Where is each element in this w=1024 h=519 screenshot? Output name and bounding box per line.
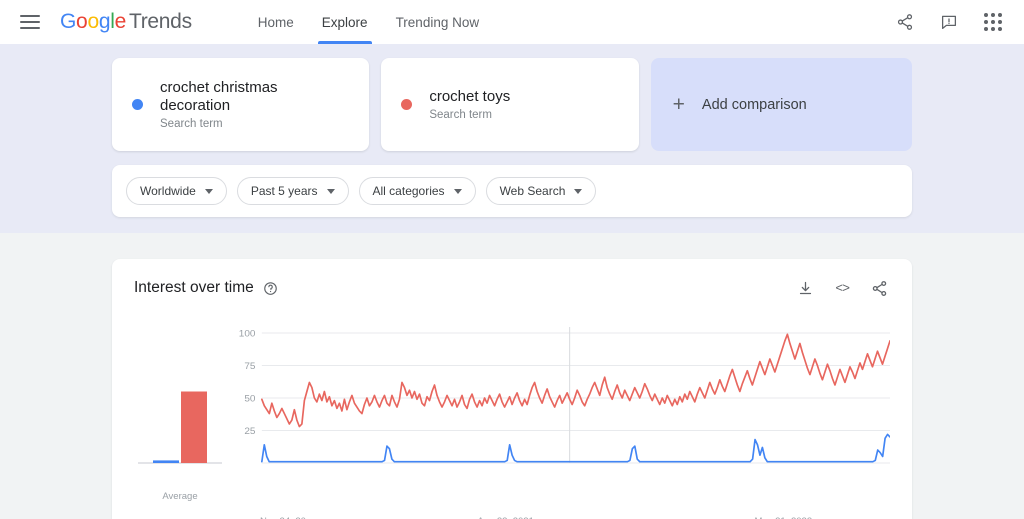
top-navigation-bar: Google Trends Home Explore Trending Now	[0, 0, 1024, 44]
nav-item-explore[interactable]: Explore	[308, 0, 382, 44]
search-type-filter[interactable]: Web Search	[486, 177, 597, 205]
download-csv-icon[interactable]	[794, 277, 816, 299]
timeseries-plot[interactable]: 100755025 Nov 24, 20...Aug 22, 2021May 2…	[226, 325, 890, 500]
query-configuration-band: crochet christmas decoration Search term…	[0, 44, 1024, 233]
search-term-title: crochet christmas decoration	[160, 79, 349, 115]
hamburger-menu-icon[interactable]	[20, 15, 40, 29]
svg-text:50: 50	[244, 394, 256, 405]
search-term-title: crochet toys	[429, 88, 510, 106]
nav-item-trending-now[interactable]: Trending Now	[382, 0, 494, 44]
time-range-filter[interactable]: Past 5 years	[237, 177, 349, 205]
plus-icon: +	[673, 94, 685, 115]
chevron-down-icon	[454, 189, 462, 194]
main-nav: Home Explore Trending Now	[244, 0, 493, 44]
average-axis-label: Average	[134, 491, 226, 502]
google-apps-icon[interactable]	[982, 11, 1004, 33]
search-type-filter-label: Web Search	[500, 184, 566, 198]
chevron-down-icon	[205, 189, 213, 194]
interest-over-time-card: Interest over time <>	[112, 259, 912, 519]
chart-actions: <>	[794, 277, 890, 299]
search-term-type: Search term	[160, 118, 349, 130]
time-range-filter-label: Past 5 years	[251, 184, 318, 198]
header-actions	[894, 11, 1004, 33]
series-color-dot-blue	[132, 99, 143, 110]
nav-item-home[interactable]: Home	[244, 0, 308, 44]
search-term-card-2[interactable]: crochet toys Search term	[381, 58, 638, 151]
logo-product-name: Trends	[129, 10, 192, 34]
chart-title: Interest over time	[134, 279, 254, 297]
chart-header: Interest over time <>	[134, 277, 890, 299]
feedback-icon[interactable]	[938, 11, 960, 33]
add-comparison-label: Add comparison	[702, 97, 807, 113]
search-term-type: Search term	[429, 109, 510, 121]
svg-text:75: 75	[244, 361, 256, 372]
chevron-down-icon	[574, 189, 582, 194]
add-comparison-button[interactable]: + Add comparison	[651, 58, 912, 151]
help-circle-icon[interactable]	[263, 281, 278, 296]
category-filter[interactable]: All categories	[359, 177, 476, 205]
category-filter-label: All categories	[373, 184, 445, 198]
svg-text:100: 100	[239, 329, 256, 340]
svg-text:25: 25	[244, 426, 256, 437]
average-bar-panel: Average	[134, 325, 226, 500]
embed-code-icon[interactable]: <>	[835, 281, 849, 296]
location-filter-label: Worldwide	[140, 184, 196, 198]
series-color-dot-red	[401, 99, 412, 110]
chevron-down-icon	[327, 189, 335, 194]
search-term-card-1[interactable]: crochet christmas decoration Search term	[112, 58, 369, 151]
search-term-cards: crochet christmas decoration Search term…	[112, 58, 912, 151]
share-chart-icon[interactable]	[868, 277, 890, 299]
google-trends-logo[interactable]: Google Trends	[60, 10, 192, 34]
location-filter[interactable]: Worldwide	[126, 177, 227, 205]
chart-plot-area: Average 100755025 Nov 24, 20...Aug 22, 2…	[134, 325, 890, 500]
filters-bar: Worldwide Past 5 years All categories We…	[112, 165, 912, 217]
results-area: Interest over time <>	[0, 233, 1024, 519]
share-icon[interactable]	[894, 11, 916, 33]
average-bar-chart	[134, 325, 226, 485]
timeseries-svg: 100 75 50 25	[226, 325, 890, 485]
